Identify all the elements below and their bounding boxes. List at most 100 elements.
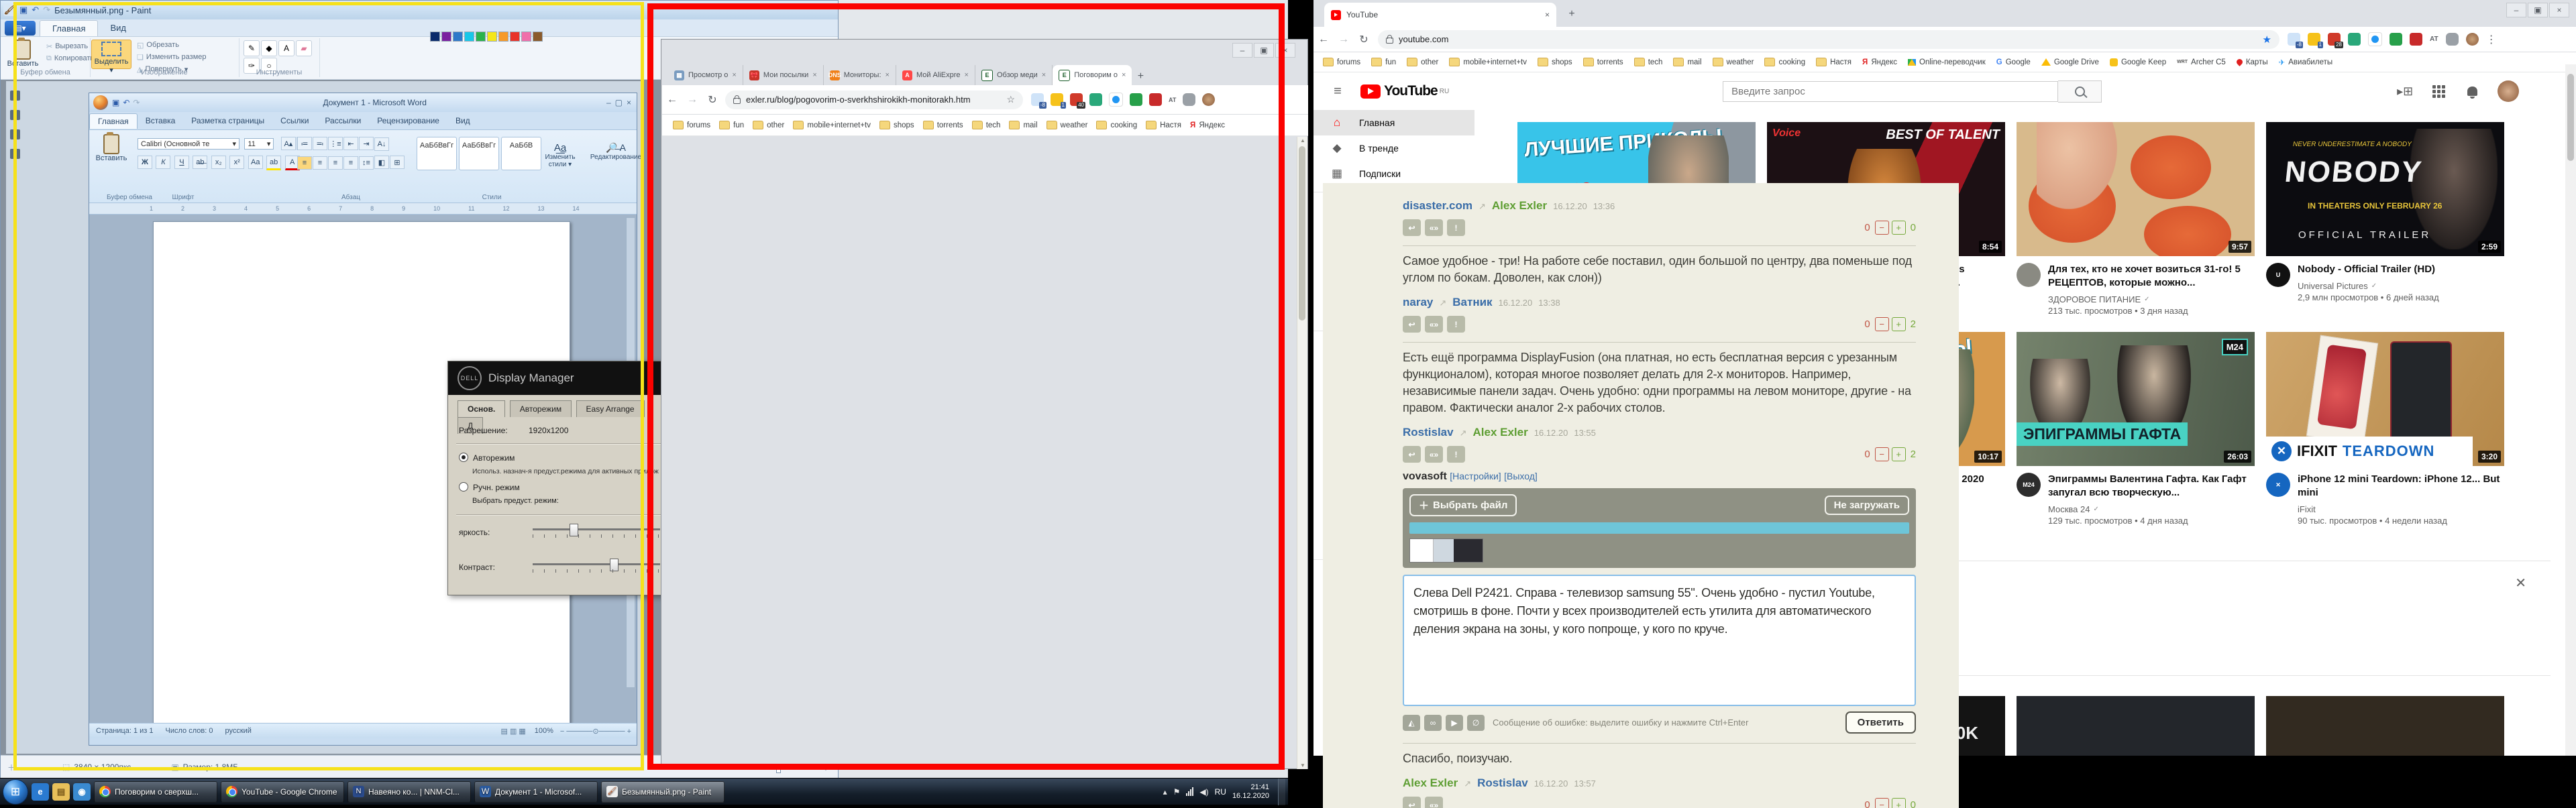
speaker-extension-icon[interactable]	[2390, 33, 2402, 46]
quote-icon[interactable]: «»	[1425, 797, 1443, 808]
video-thumbnail[interactable]	[2266, 696, 2504, 756]
search-input[interactable]	[1730, 85, 2051, 98]
post-author-link[interactable]: disaster.com	[1403, 199, 1472, 213]
taskbar-button-nnm[interactable]: NНавеяно ко... | NNM-Cl...	[347, 781, 471, 803]
tab-close-icon[interactable]: ×	[1545, 10, 1550, 19]
video-title[interactable]: Nobody - Official Trailer (HD)	[2298, 263, 2439, 276]
search-box[interactable]	[1723, 81, 2058, 102]
uploaded-file-thumbnail[interactable]	[1409, 538, 1483, 563]
comment-textarea[interactable]: Слева Dell P2421. Справа - телевизор sam…	[1403, 575, 1916, 706]
network-icon[interactable]	[1186, 787, 1193, 796]
ie-quicklaunch-icon[interactable]: e	[32, 783, 49, 801]
bookmark-item[interactable]: ✈Авиабилеты	[2279, 58, 2333, 67]
show-desktop-button[interactable]	[1278, 778, 1285, 805]
video-thumbnail[interactable]: M24 ЭПИГРАММЫ ГАФТА 26:03	[2017, 332, 2255, 466]
spoiler-icon[interactable]: ∅	[1467, 715, 1485, 731]
address-bar[interactable]: youtube.com ★	[1378, 30, 2279, 49]
video-title[interactable]: Эпиграммы Валентина Гафта. Как Гафт запу…	[2048, 473, 2255, 500]
channel-avatar[interactable]	[2017, 263, 2041, 287]
scrollbar-thumb[interactable]	[2567, 74, 2574, 161]
scroll-up-arrow[interactable]: ▲	[1300, 137, 1305, 143]
post-replyto-link[interactable]: Rostislav	[1477, 776, 1528, 790]
media-player-quicklaunch-icon[interactable]: ◉	[73, 783, 91, 801]
action-center-icon[interactable]: ⚑	[1173, 787, 1181, 797]
bookmark-item[interactable]: mobile+internet+tv	[1449, 58, 1527, 66]
bookmark-item[interactable]: Карты	[2237, 58, 2268, 66]
taskbar-button-youtube[interactable]: YouTube - Google Chrome	[221, 781, 344, 803]
bookmark-item[interactable]: GGoogle	[1996, 58, 2031, 66]
post-author-link[interactable]: Rostislav	[1403, 426, 1454, 439]
post-author-link[interactable]: Alex Exler	[1403, 776, 1458, 790]
channel-name[interactable]: Москва 24	[2048, 504, 2090, 514]
rss-extension-icon[interactable]: 28	[2328, 33, 2341, 46]
reload-button[interactable]: ↻	[1354, 33, 1374, 46]
video-card[interactable]: ✕IFIXITTEARDOWN 3:20 ✕ iPhone 12 mini Te…	[2266, 332, 2504, 526]
taskbar-button-exler[interactable]: Поговорим о сверхш...	[94, 781, 217, 803]
quote-icon[interactable]: «»	[1425, 446, 1443, 463]
back-button[interactable]: ←	[1313, 34, 1334, 46]
channel-avatar[interactable]: M24	[2017, 473, 2041, 497]
insert-image-icon[interactable]: ◭	[1403, 715, 1420, 731]
scrollbar-thumb[interactable]	[1299, 146, 1305, 321]
post-author-link[interactable]: naray	[1403, 296, 1433, 309]
start-button[interactable]: ⊞	[3, 779, 28, 805]
language-indicator[interactable]: RU	[1215, 787, 1226, 797]
youtube-browser-tab[interactable]: YouTube ×	[1324, 3, 1556, 27]
channel-name[interactable]: iFixit	[2298, 504, 2316, 514]
upvote-button[interactable]: +	[1892, 221, 1906, 235]
choose-file-button[interactable]: ＋Выбрать файл	[1409, 494, 1517, 516]
reply-icon[interactable]: ↩	[1403, 219, 1421, 236]
banner-close-icon[interactable]: ✕	[2515, 575, 2526, 591]
report-icon[interactable]: !	[1447, 316, 1465, 333]
reply-icon[interactable]: ↩	[1403, 316, 1421, 333]
weather-extension-icon[interactable]: -8	[2288, 33, 2300, 46]
camera-extension-icon[interactable]	[2348, 33, 2361, 46]
bookmark-item[interactable]: WRTArcher C5	[2177, 58, 2226, 66]
new-tab-button[interactable]: +	[1563, 5, 1580, 23]
page-scrollbar[interactable]: ▲ ▼	[1297, 137, 1307, 769]
no-upload-button[interactable]: Не загружать	[1825, 496, 1909, 515]
account-avatar[interactable]	[2498, 80, 2519, 102]
page-scrollbar[interactable]	[2565, 64, 2576, 756]
tray-expand-icon[interactable]: ▴	[1163, 787, 1167, 797]
create-video-icon[interactable]: ▸⊞	[2397, 83, 2413, 99]
video-card[interactable]: NEVER UNDERESTIMATE A NOBODY NOBODY IN T…	[2266, 122, 2504, 316]
bookmark-item[interactable]: forums	[1323, 58, 1360, 66]
forward-button[interactable]: →	[1334, 34, 1354, 46]
bookmark-item[interactable]: tech	[1634, 58, 1663, 66]
settings-link[interactable]: [Настройки]	[1450, 471, 1501, 481]
taskbar-button-word[interactable]: WДокумент 1 - Microsof...	[474, 781, 598, 803]
insert-link-icon[interactable]: ∞	[1424, 715, 1442, 731]
video-card[interactable]: M24 ЭПИГРАММЫ ГАФТА 26:03 M24 Эпиграммы …	[2017, 332, 2255, 526]
video-thumbnail[interactable]: 9:57	[2017, 122, 2255, 256]
search-button[interactable]	[2058, 80, 2102, 103]
channel-avatar[interactable]: ✕	[2266, 473, 2290, 497]
cloud-extension-icon[interactable]	[2368, 32, 2382, 46]
reply-icon[interactable]: ↩	[1403, 797, 1421, 808]
downvote-button[interactable]: −	[1875, 447, 1889, 461]
bookmark-item[interactable]: cooking	[1764, 58, 1805, 66]
post-replyto-link[interactable]: Ватник	[1452, 296, 1492, 309]
upvote-button[interactable]: +	[1892, 317, 1906, 331]
bookmark-item[interactable]: shops	[1538, 58, 1572, 66]
bookmark-item[interactable]: mail	[1673, 58, 1701, 66]
reply-icon[interactable]: ↩	[1403, 446, 1421, 463]
reply-button[interactable]: Ответить	[1845, 711, 1916, 734]
downvote-button[interactable]: −	[1875, 317, 1889, 331]
bookmark-star-icon[interactable]: ★	[2263, 34, 2271, 46]
logout-link[interactable]: [Выход]	[1504, 471, 1538, 481]
insert-video-icon[interactable]: ▶	[1446, 715, 1463, 731]
channel-name[interactable]: ЗДОРОВОЕ ПИТАНИЕ	[2048, 294, 2141, 304]
current-user[interactable]: vovasoft	[1403, 471, 1447, 482]
bookmark-item[interactable]: Online-переводчик	[1908, 58, 1986, 66]
video-thumbnail[interactable]	[2017, 696, 2255, 756]
channel-name[interactable]: Universal Pictures	[2298, 281, 2368, 291]
sidebar-item-home[interactable]: ⌂Главная	[1313, 110, 1474, 135]
video-thumbnail[interactable]: ✕IFIXITTEARDOWN 3:20	[2266, 332, 2504, 466]
minimize-button[interactable]: –	[2506, 3, 2526, 17]
hamburger-menu-icon[interactable]: ≡	[1330, 83, 1346, 99]
downvote-button[interactable]: −	[1875, 798, 1889, 808]
video-thumbnail[interactable]: NEVER UNDERESTIMATE A NOBODY NOBODY IN T…	[2266, 122, 2504, 256]
bookmark-item[interactable]: Google Keep	[2110, 58, 2166, 66]
volume-icon[interactable]: ◀)	[1199, 787, 1208, 797]
